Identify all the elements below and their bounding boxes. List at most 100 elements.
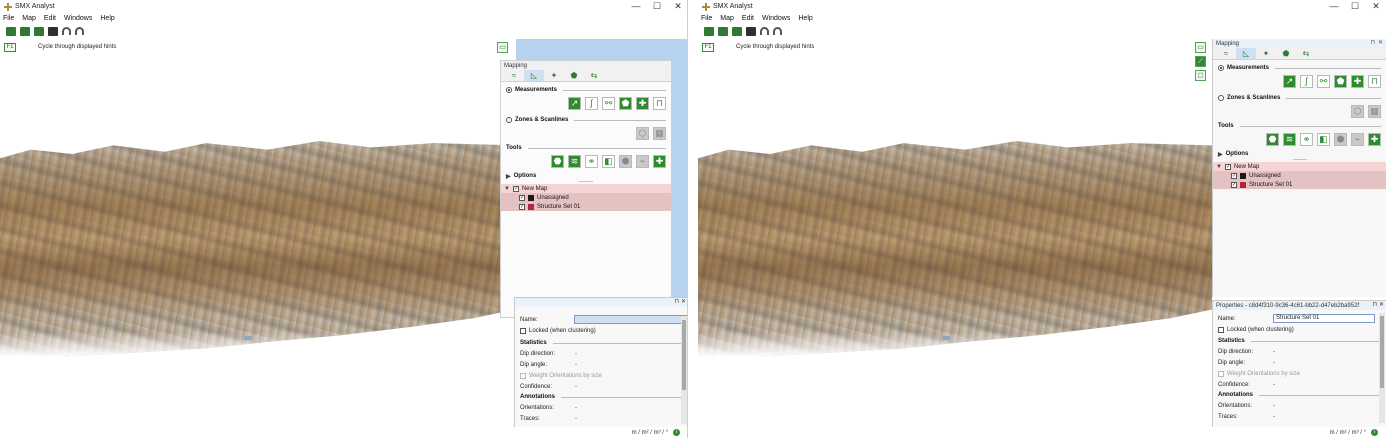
split-tool-icon[interactable]: ◧ [1317, 132, 1330, 146]
camera-icon[interactable]: ▭ [497, 42, 508, 53]
tab-zones[interactable]: ⬟ [1276, 48, 1296, 59]
tree-item-structure-set[interactable]: ✓ Structure Set 01 [1213, 180, 1386, 189]
weight-checkbox[interactable] [1218, 370, 1224, 377]
outcrop-model-image[interactable] [698, 141, 1212, 357]
weight-checkbox-left[interactable] [520, 372, 526, 379]
trace-arrow-icon[interactable]: ↗ [1283, 74, 1296, 88]
pin-icon[interactable]: ⊓ [1372, 301, 1377, 308]
gate-measure-icon[interactable]: ⊓ [1368, 74, 1381, 88]
tree-map-row[interactable]: ▼ ✓ New Map [1213, 162, 1386, 171]
mapping-panel-docked[interactable]: Mapping ⊓ ✕ ≈ ◺ ✦ ⬟ ⇆ Measurements ↗ ∫ ⚯… [1212, 39, 1386, 297]
new-project-icon[interactable] [704, 26, 714, 36]
tree-map-row[interactable]: ▼ ✓ New Map [501, 184, 671, 193]
open-project-icon[interactable] [20, 26, 30, 36]
grid-scanline-icon[interactable]: ▦ [1368, 104, 1381, 118]
polyline-trace-icon[interactable]: ⚯ [1317, 74, 1330, 88]
tab-points[interactable]: ✦ [544, 70, 564, 81]
map-checkbox[interactable]: ✓ [1224, 163, 1231, 170]
trace-arrow-icon[interactable]: ↗ [568, 96, 581, 110]
print-icon[interactable] [746, 26, 756, 36]
wave-tool-icon[interactable]: ⌁ [1351, 132, 1364, 146]
name-input-left[interactable] [574, 315, 687, 324]
tab-settings[interactable]: ⇆ [584, 70, 604, 81]
tab-traces[interactable]: ≈ [504, 70, 524, 81]
curve-trace-icon[interactable]: ∫ [585, 96, 598, 110]
shape-tool-icon[interactable]: ⬢ [619, 154, 632, 168]
camera-icon[interactable]: ▭ [1195, 42, 1206, 53]
unassigned-checkbox[interactable]: ✓ [519, 194, 525, 201]
mapping-panel-header[interactable]: Mapping ⊓ ✕ [1213, 39, 1386, 48]
hexagon-zone-icon[interactable]: ⬡ [636, 126, 649, 140]
redo-icon[interactable] [75, 27, 84, 35]
menu-windows[interactable]: Windows [64, 15, 92, 22]
draw-icon[interactable]: ⟋ [1195, 56, 1206, 67]
redo-icon[interactable] [773, 27, 782, 35]
hexagon-zone-icon[interactable]: ⬡ [1351, 104, 1364, 118]
info-icon[interactable]: i [673, 429, 680, 436]
wave-tool-icon[interactable]: ⌁ [636, 154, 649, 168]
split-tool-icon[interactable]: ◧ [602, 154, 615, 168]
undo-icon[interactable] [62, 27, 71, 35]
close-icon[interactable]: ✕ [1378, 39, 1383, 46]
tab-settings[interactable]: ⇆ [1296, 48, 1316, 59]
outcrop-model-image[interactable] [0, 141, 515, 357]
pin-icon[interactable]: ⊓ [674, 298, 679, 305]
structure-set-checkbox[interactable]: ✓ [519, 203, 525, 210]
link-tool-icon[interactable]: ⚭ [1300, 132, 1313, 146]
menu-map[interactable]: Map [720, 15, 734, 22]
tree-item-unassigned[interactable]: ✓ Unassigned [501, 193, 671, 202]
layers-tool-icon[interactable]: ≋ [1283, 132, 1296, 146]
structure-set-checkbox[interactable]: ✓ [1231, 181, 1237, 188]
mapping-panel-header[interactable]: Mapping [501, 61, 671, 70]
cross-point-icon[interactable]: ✚ [636, 96, 649, 110]
collapse-triangle-icon[interactable]: ▼ [1216, 164, 1222, 170]
polyline-trace-icon[interactable]: ⚯ [602, 96, 615, 110]
unassigned-checkbox[interactable]: ✓ [1231, 172, 1237, 179]
info-icon[interactable]: i [1371, 429, 1378, 436]
close-icon[interactable]: ✕ [1379, 301, 1384, 308]
print-icon[interactable] [48, 26, 58, 36]
3d-viewport[interactable]: F1 Cycle through displayed hints ▭ Mappi… [0, 39, 687, 438]
layers-tool-icon[interactable]: ≋ [568, 154, 581, 168]
shape-tool-icon[interactable]: ⬢ [1334, 132, 1347, 146]
polygon-area-icon[interactable]: ⬟ [619, 96, 632, 110]
tab-zones[interactable]: ⬟ [564, 70, 584, 81]
menu-file[interactable]: File [3, 15, 14, 22]
options-expander[interactable]: ▶ Options [501, 171, 671, 181]
locked-checkbox-left[interactable] [520, 327, 526, 334]
mapping-panel-floating[interactable]: Mapping ≈ ◺ ✦ ⬟ ⇆ Measurements ↗ ∫ ⚯ ⬟ ✚… [500, 60, 672, 318]
link-tool-icon[interactable]: ⚭ [585, 154, 598, 168]
menu-help[interactable]: Help [798, 15, 812, 22]
open-project-icon[interactable] [718, 26, 728, 36]
tree-item-unassigned[interactable]: ✓ Unassigned [1213, 171, 1386, 180]
grid-scanline-icon[interactable]: ▦ [653, 126, 666, 140]
measurements-radio[interactable] [506, 87, 512, 93]
map-checkbox[interactable]: ✓ [512, 185, 519, 192]
zones-radio[interactable] [1218, 95, 1224, 101]
save-icon[interactable] [732, 26, 742, 36]
add-tool-icon[interactable]: ✚ [1368, 132, 1381, 146]
cluster-tool-icon[interactable]: ⬣ [1266, 132, 1279, 146]
curve-trace-icon[interactable]: ∫ [1300, 74, 1313, 88]
gate-measure-icon[interactable]: ⊓ [653, 96, 666, 110]
locked-checkbox[interactable] [1218, 326, 1224, 333]
cross-point-icon[interactable]: ✚ [1351, 74, 1364, 88]
properties-scrollbar-left[interactable] [681, 316, 687, 424]
tab-traces[interactable]: ≈ [1216, 48, 1236, 59]
add-tool-icon[interactable]: ✚ [653, 154, 666, 168]
menu-help[interactable]: Help [100, 15, 114, 22]
tab-planes[interactable]: ◺ [524, 70, 544, 81]
menu-edit[interactable]: Edit [44, 15, 56, 22]
polygon-area-icon[interactable]: ⬟ [1334, 74, 1347, 88]
menu-file[interactable]: File [701, 15, 712, 22]
name-input[interactable]: Structure Set 01 [1273, 314, 1375, 323]
measurements-radio[interactable] [1218, 65, 1224, 71]
tab-planes[interactable]: ◺ [1236, 48, 1256, 59]
tree-item-structure-set[interactable]: ✓ Structure Set 01 [501, 202, 671, 211]
pin-icon[interactable]: ⊓ [1370, 39, 1375, 46]
undo-icon[interactable] [760, 27, 769, 35]
properties-scrollbar[interactable] [1379, 313, 1385, 423]
close-icon[interactable]: ✕ [681, 298, 686, 305]
zones-radio[interactable] [506, 117, 512, 123]
close-button[interactable]: ✕ [666, 0, 687, 13]
